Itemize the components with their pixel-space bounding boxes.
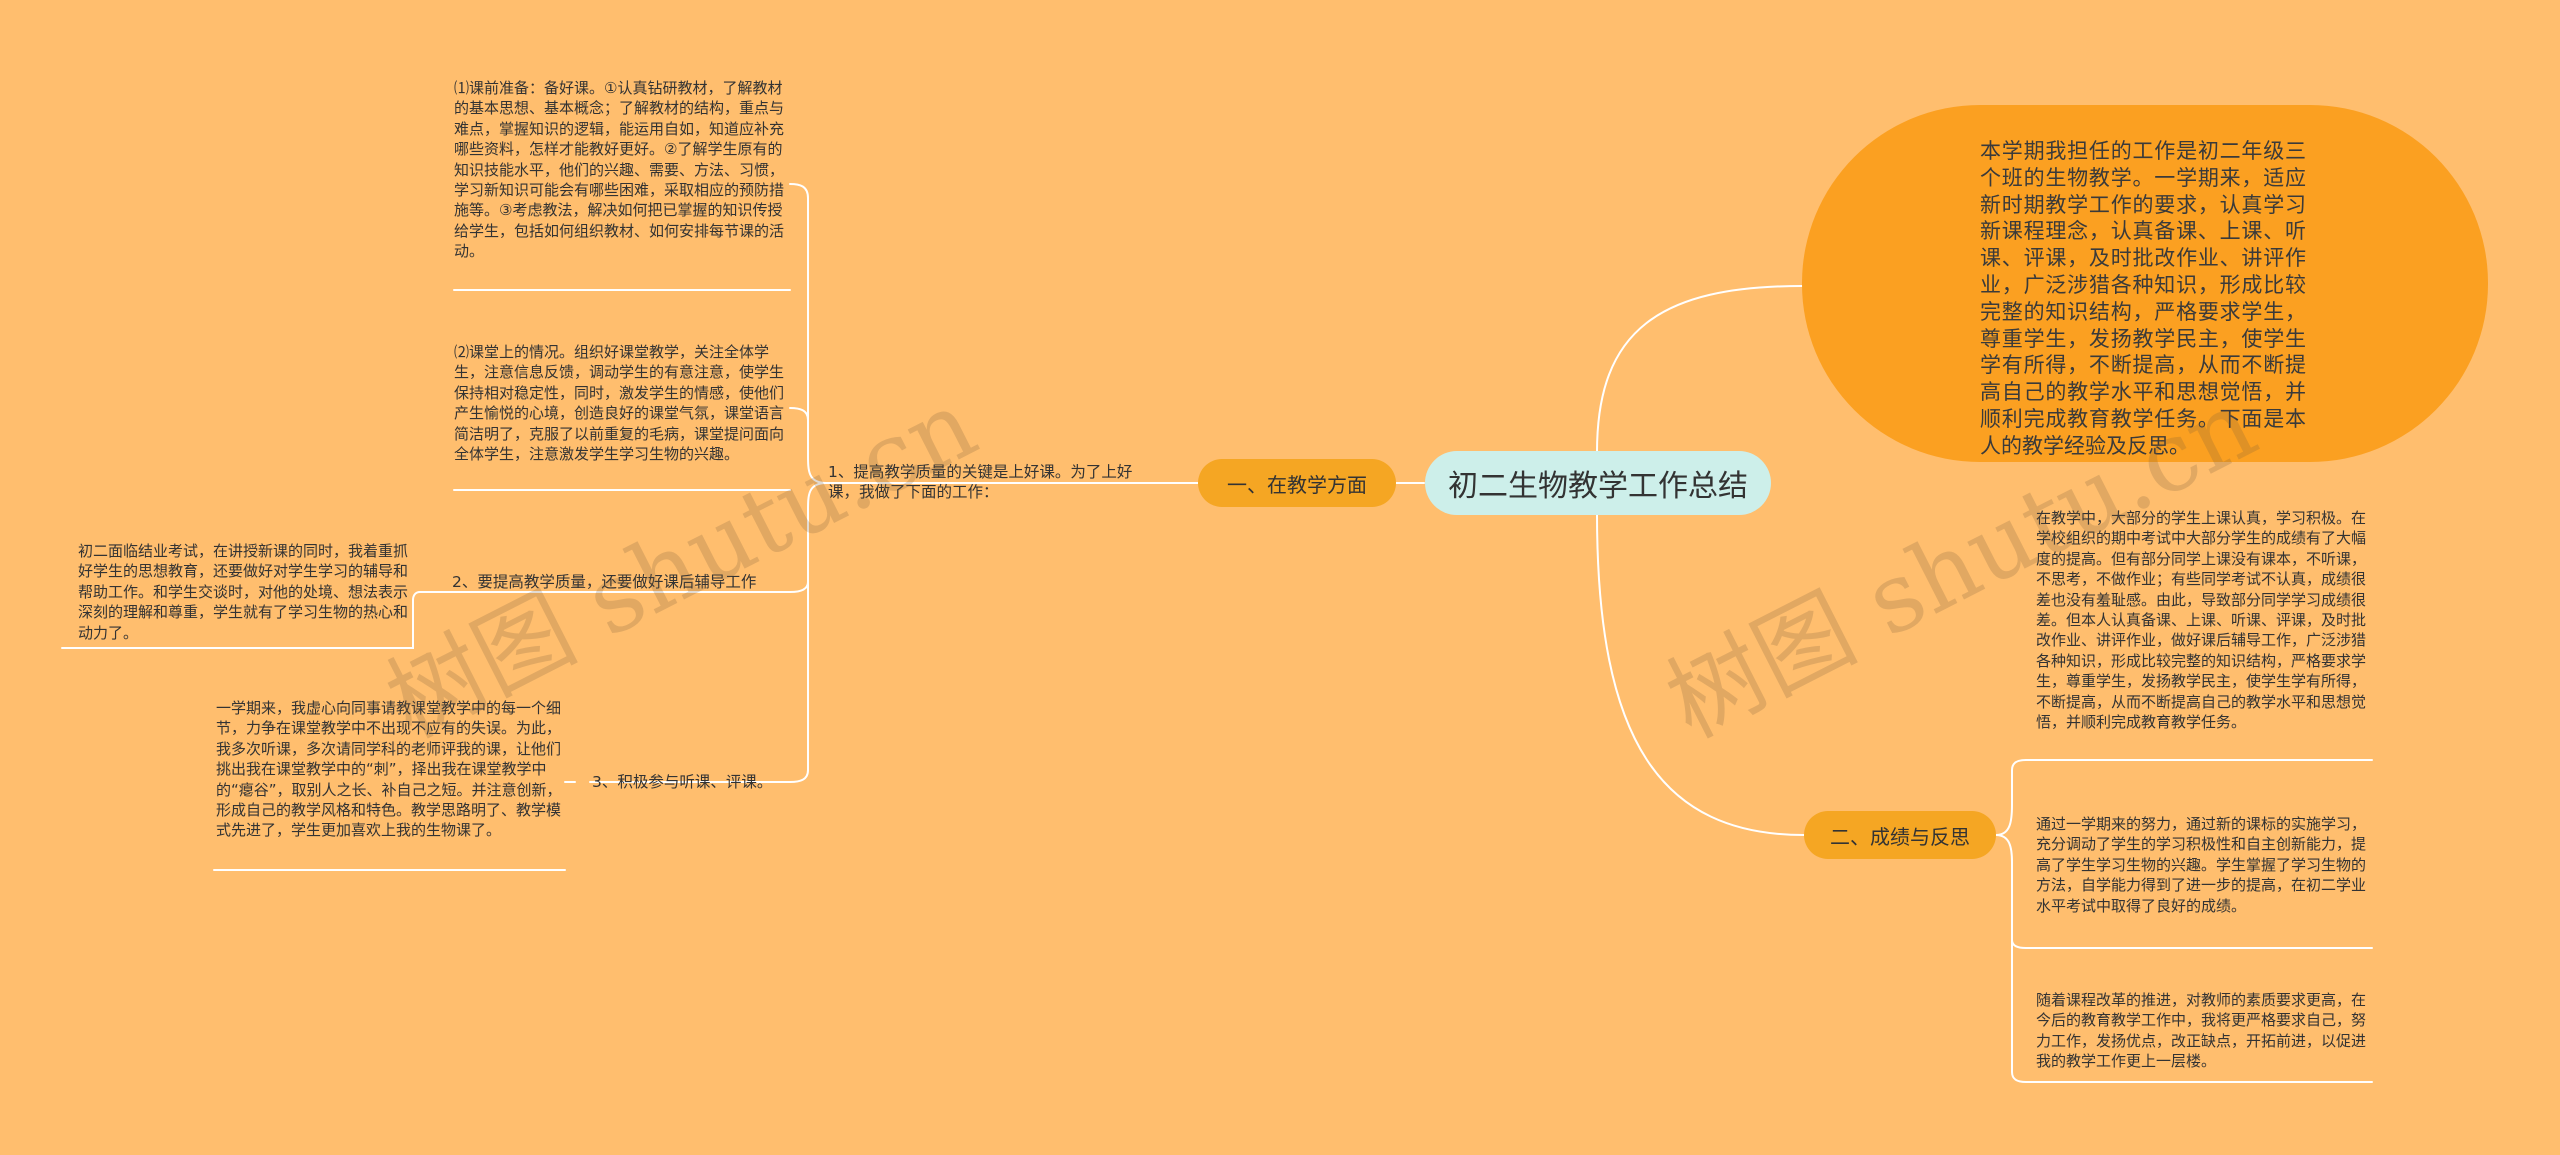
link-b2-item-3 <box>2011 939 2027 1083</box>
link-root-branch2 <box>1596 513 1805 836</box>
mindmap-canvas: 本学期我担任的工作是初二年级三个班的生物教学。一学期来，适应新时期教学工作的要求… <box>0 0 2560 1155</box>
branch-results-label: 二、成绩与反思 <box>1830 824 1970 849</box>
link-root-intro <box>1596 285 1803 453</box>
link-item-4 <box>789 581 809 783</box>
root-node[interactable]: 初二生物教学工作总结 <box>1425 451 1771 515</box>
branch-teaching-label: 一、在教学方面 <box>1227 472 1367 497</box>
item-classroom[interactable]: ⑵课堂上的情况。组织好课堂教学，关注全体学生，注意信息反馈，调动学生的有意注意，… <box>454 342 787 464</box>
intro-text: 本学期我担任的工作是初二年级三个班的生物教学。一学期来，适应新时期教学工作的要求… <box>1980 139 2306 458</box>
item-after-class[interactable]: 2、要提高教学质量，还要做好课后辅导工作 <box>452 572 792 592</box>
result-text-3[interactable]: 随着课程改革的推进，对教师的素质要求更高，在今后的教育教学工作中，我将更严格要求… <box>2036 990 2370 1072</box>
teaching-key-point[interactable]: 1、提高教学质量的关键是上好课。为了上好课，我做了下面的工作： <box>828 462 1154 503</box>
link-item-3 <box>789 482 827 593</box>
item-lesson-prep[interactable]: ⑴课前准备：备好课。①认真钻研教材，了解教材的基本思想、基本概念；了解教材的结构… <box>454 78 787 262</box>
detail-after-class[interactable]: 初二面临结业考试，在讲授新课的同时，我着重抓好学生的思想教育，还要做好对学生学习… <box>78 541 412 643</box>
link-b2-item-2 <box>1995 834 2027 949</box>
link-item-2 <box>789 407 809 456</box>
root-label: 初二生物教学工作总结 <box>1448 469 1748 504</box>
branch-results[interactable]: 二、成绩与反思 <box>1804 811 1996 859</box>
branch-teaching[interactable]: 一、在教学方面 <box>1198 459 1396 507</box>
item-observe-classes[interactable]: 3、积极参与听课、评课。 <box>592 772 792 792</box>
detail-observe-classes[interactable]: 一学期来，我虚心向同事请教课堂教学中的每一个细节，力争在课堂教学中不出现不应有的… <box>216 698 564 841</box>
result-text-1[interactable]: 在教学中，大部分的学生上课认真，学习积极。在学校组织的期中考试中大部分学生的成绩… <box>2036 508 2370 732</box>
result-text-2[interactable]: 通过一学期来的努力，通过新的课标的实施学习，充分调动了学生的学习积极性和自主创新… <box>2036 814 2370 916</box>
link-b2-item-1 <box>1995 759 2027 836</box>
